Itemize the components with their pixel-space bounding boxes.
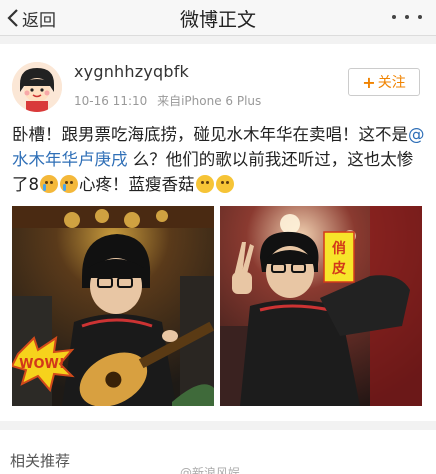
follow-label: 关注 [377, 75, 406, 91]
sad-emoji-icon [195, 175, 214, 193]
post-source: 来自iPhone 6 Plus [157, 94, 262, 108]
post-meta: 10-16 11:10 来自iPhone 6 Plus [74, 92, 261, 109]
watermark: @新浪风娱 [180, 466, 241, 474]
sad-emoji-icon [215, 175, 234, 193]
follow-button[interactable]: + 关注 [348, 68, 420, 96]
post-image-2[interactable]: 俏 皮 [220, 206, 422, 406]
chevron-left-icon [7, 9, 18, 27]
crying-emoji-icon [40, 175, 58, 193]
related-section: 相关推荐 @新浪风娱 [0, 430, 436, 474]
post-image-1[interactable]: WOW! [12, 206, 214, 406]
page-title: 微博正文 [179, 9, 256, 31]
crying-emoji-icon [60, 175, 78, 193]
sticker-label: 皮 [331, 260, 346, 277]
wow-sticker-label: WOW! [19, 357, 65, 372]
related-title: 相关推荐 [10, 452, 71, 470]
post-time: 10-16 11:10 [74, 94, 148, 108]
post-card: xygnhhzyqbfk 10-16 11:10 来自iPhone 6 Plus… [0, 44, 436, 421]
username[interactable]: xygnhhzyqbfk [74, 62, 189, 81]
post-text: 卧槽！跟男票吃海底捞，碰见水木年华在卖唱！这不是@水木年华卢庚戌 么？他们的歌以… [12, 122, 426, 197]
nav-bar: 返回 微博正文 [0, 0, 436, 36]
sticker-label: 俏 [332, 240, 346, 257]
back-label: 返回 [22, 10, 56, 31]
plus-icon: + [362, 72, 376, 92]
post-text-part: 心疼！蓝瘦香菇 [79, 175, 195, 194]
back-button[interactable]: 返回 [6, 4, 56, 32]
more-icon[interactable] [392, 10, 422, 24]
avatar[interactable] [12, 62, 62, 112]
post-text-part: 卧槽！跟男票吃海底捞，碰见水木年华在卖唱！这不是 [12, 125, 408, 144]
